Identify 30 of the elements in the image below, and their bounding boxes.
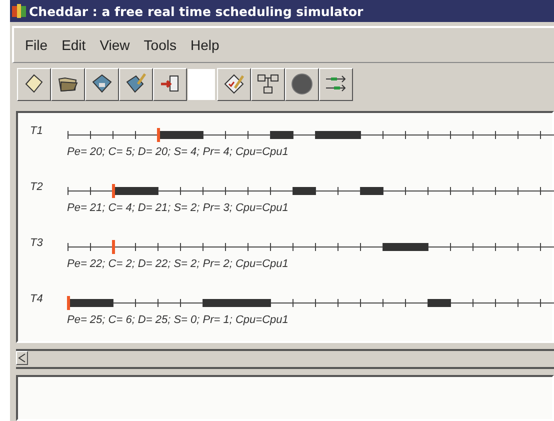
menu-item[interactable]: Edit [54, 35, 93, 55]
scroll-left-button[interactable] [16, 351, 28, 365]
task-name: T3 [30, 237, 43, 249]
task-parameters: Pe= 25; C= 6; D= 25; S= 0; Pr= 1; Cpu=Cpu1 [67, 314, 288, 326]
dark-circle-icon [290, 72, 314, 96]
task-name: T2 [30, 181, 43, 193]
blank-field [188, 68, 215, 100]
dark-circle-button[interactable] [285, 68, 319, 100]
app-icon [12, 4, 26, 18]
network-icon [256, 72, 280, 96]
folder-button[interactable] [51, 68, 85, 100]
menu-item[interactable]: View [92, 35, 137, 55]
horizontal-scrollbar[interactable] [16, 349, 554, 369]
checklist-pencil-icon [222, 72, 246, 96]
floppy-disk-button[interactable] [85, 68, 119, 100]
menu-item[interactable]: File [18, 35, 55, 55]
arrows-button[interactable] [319, 68, 353, 100]
task-name: T4 [30, 293, 43, 305]
task-parameters: Pe= 20; C= 5; D= 20; S= 4; Pr= 4; Cpu=Cpu1 [67, 146, 288, 158]
checklist-pencil-button[interactable] [217, 68, 251, 100]
task-name: T1 [30, 125, 43, 137]
menu-item[interactable]: Help [183, 35, 226, 55]
network-button[interactable] [251, 68, 285, 100]
new-document-button[interactable] [17, 68, 51, 100]
exit-door-button[interactable] [153, 68, 187, 100]
task-parameters: Pe= 21; C= 4; D= 21; S= 2; Pr= 3; Cpu=Cpu1 [67, 202, 288, 214]
floppy-pencil-button[interactable] [119, 68, 153, 100]
window-title: Cheddar : a free real time scheduling simulator [29, 4, 364, 18]
menu-item[interactable]: Tools [136, 35, 184, 55]
task-parameters: Pe= 22; C= 2; D= 22; S= 2; Pr= 2; Cpu=Cpu1 [67, 258, 288, 270]
